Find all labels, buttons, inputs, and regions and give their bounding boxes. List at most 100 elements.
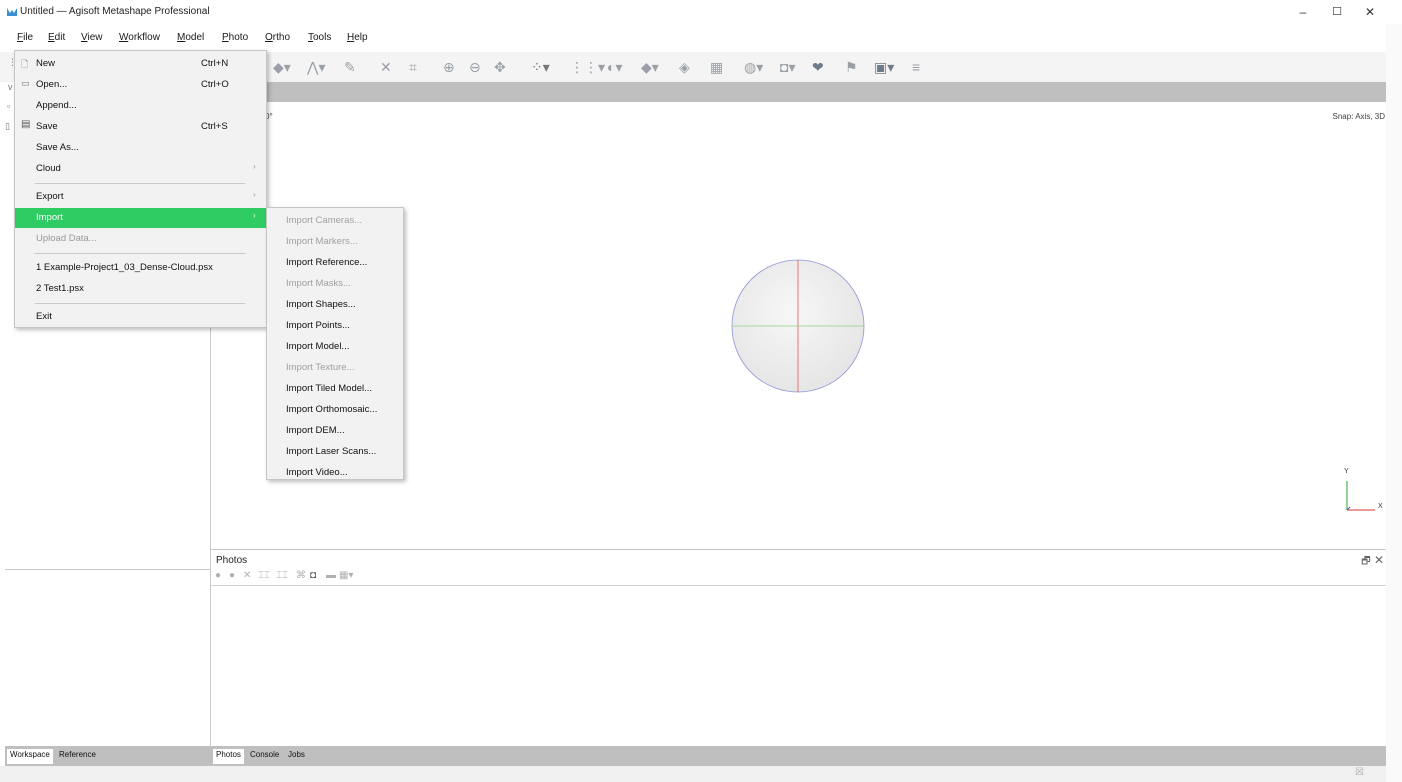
file-menu-new-shortcut: Ctrl+N — [201, 58, 229, 69]
minimize-button[interactable]: – — [1288, 3, 1318, 21]
dense-cloud-icon[interactable]: ⋮⋮▾ — [570, 58, 605, 76]
photos-toolbar: ● ● ✕ ⌶⌶ ⌶⌶ ⌘ ◘ ▬ ▦▾ — [211, 568, 1386, 586]
orthomosaic-icon[interactable]: ◍▾ — [744, 58, 763, 76]
menu-tools[interactable]: Tools — [308, 32, 331, 43]
file-menu-recent-1-label: 1 Example-Project1_03_Dense-Cloud.psx — [36, 262, 213, 273]
tab-reference[interactable]: Reference — [56, 749, 99, 764]
tiled-model-icon[interactable]: ◈ — [679, 58, 690, 76]
menu-photo[interactable]: Photo — [222, 32, 248, 43]
remove-icon[interactable]: ✕ — [243, 570, 251, 581]
enable-camera-icon[interactable]: ◘ — [310, 570, 316, 581]
import-markers-item[interactable]: Import Markers... — [267, 231, 403, 252]
import-reference-item[interactable]: Import Reference... — [267, 252, 403, 273]
file-menu-save-shortcut: Ctrl+S — [201, 121, 228, 132]
import-masks-label: Import Masks... — [286, 278, 351, 289]
file-menu-exit[interactable]: Exit — [15, 307, 266, 327]
file-menu-new[interactable]: 🗋 New Ctrl+N — [15, 54, 266, 74]
delete-icon[interactable]: ✕ — [380, 58, 392, 76]
import-texture-label: Import Texture... — [286, 362, 355, 373]
status-bar: ☒ — [0, 766, 1386, 782]
pencil-icon[interactable]: ✎ — [344, 58, 356, 76]
binoculars-icon[interactable]: ⌘ — [296, 570, 306, 581]
import-orthomosaic-label: Import Orthomosaic... — [286, 404, 378, 415]
camera-icon[interactable]: ◘▾ — [780, 58, 795, 76]
file-menu-import[interactable]: Import › — [15, 208, 266, 228]
import-tiled-model-item[interactable]: Import Tiled Model... — [267, 378, 403, 399]
markers-icon[interactable]: ❤ — [812, 58, 824, 76]
import-masks-item[interactable]: Import Masks... — [267, 273, 403, 294]
point-cloud-icon[interactable]: ⁘▾ — [531, 58, 550, 76]
file-menu-recent-2[interactable]: 2 Test1.psx — [15, 279, 266, 299]
import-dem-item[interactable]: Import DEM... — [267, 420, 403, 441]
import-markers-label: Import Markers... — [286, 236, 358, 247]
shaded-model-icon[interactable]: ◆▾ — [641, 58, 659, 76]
tab-photos[interactable]: Photos — [213, 749, 244, 764]
import-shapes-item[interactable]: Import Shapes... — [267, 294, 403, 315]
dem-icon[interactable]: ▦ — [710, 58, 723, 76]
move-icon[interactable]: ✥ — [494, 58, 506, 76]
trackball-sphere[interactable] — [730, 257, 868, 395]
flag-icon[interactable]: ⚑ — [845, 58, 858, 76]
menu-file-rest: ile — [23, 32, 34, 43]
menu-edit[interactable]: Edit — [48, 32, 65, 43]
menu-model[interactable]: Model — [177, 32, 204, 43]
workspace-node-icon: ▯ — [5, 121, 10, 131]
import-submenu: Import Cameras... Import Markers... Impo… — [266, 207, 404, 480]
file-menu-save-label: Save — [36, 121, 58, 132]
image-icon[interactable]: ▣▾ — [874, 58, 894, 76]
menu-file[interactable]: File — [17, 32, 33, 43]
maximize-button[interactable]: ☐ — [1322, 3, 1352, 21]
crop-icon[interactable]: ⌗ — [409, 58, 417, 76]
import-video-item[interactable]: Import Video... — [267, 462, 403, 483]
file-menu: 🗋 New Ctrl+N ▭ Open... Ctrl+O Append... … — [14, 50, 267, 328]
tab-jobs[interactable]: Jobs — [285, 749, 308, 764]
file-menu-recent-1[interactable]: 1 Example-Project1_03_Dense-Cloud.psx — [15, 258, 266, 278]
file-menu-separator — [35, 253, 245, 254]
close-window-button[interactable]: ✕ — [1355, 3, 1385, 21]
menu-view[interactable]: View — [81, 32, 103, 43]
zoom-in-icon[interactable]: ⊕ — [443, 58, 455, 76]
close-pane-icon[interactable]: ✕ — [1374, 553, 1384, 567]
workspace-chunk-icon: ▫ — [7, 101, 11, 111]
zoom-out-icon[interactable]: ⊖ — [469, 58, 481, 76]
draw-polyline-icon[interactable]: ⋀▾ — [307, 58, 326, 76]
import-model-item[interactable]: Import Model... — [267, 336, 403, 357]
menu-edit-rest: dit — [54, 32, 66, 43]
file-menu-export[interactable]: Export › — [15, 187, 266, 207]
menu-workflow[interactable]: Workflow — [119, 32, 160, 43]
view-mode-icon[interactable]: ▦▾ — [339, 570, 353, 581]
workspace-divider — [5, 569, 211, 570]
menu-help[interactable]: Help — [347, 32, 368, 43]
axis-x-label: X — [1378, 503, 1383, 510]
select-shape-icon[interactable]: ◆▾ — [273, 58, 291, 76]
add-photos-icon[interactable]: ● — [215, 570, 221, 581]
file-menu-open[interactable]: ▭ Open... Ctrl+O — [15, 75, 266, 95]
file-menu-upload-data[interactable]: Upload Data... — [15, 229, 266, 249]
menu-view-rest: iew — [87, 32, 103, 43]
tab-console[interactable]: Console — [247, 749, 282, 764]
tab-workspace[interactable]: Workspace — [7, 749, 53, 764]
file-menu-cloud[interactable]: Cloud › — [15, 159, 266, 179]
chevron-right-icon: › — [253, 190, 256, 199]
import-cameras-item[interactable]: Import Cameras... — [267, 210, 403, 231]
file-menu-save-as[interactable]: Save As... — [15, 138, 266, 158]
mesh-icon[interactable]: ◐▾ — [607, 58, 622, 76]
import-cameras-label: Import Cameras... — [286, 215, 363, 226]
bottom-tabbar: Photos Console Jobs — [211, 746, 1386, 766]
title-bar: Untitled — Agisoft Metashape Professiona… — [0, 0, 1402, 24]
import-laser-scans-item[interactable]: Import Laser Scans... — [267, 441, 403, 462]
disable-camera-icon[interactable]: ▬ — [326, 570, 336, 581]
import-orthomosaic-item[interactable]: Import Orthomosaic... — [267, 399, 403, 420]
workspace-tree-glyph: v — [8, 82, 13, 92]
filter-icon[interactable]: ⌶⌶ — [276, 570, 288, 581]
menu-ortho[interactable]: Ortho — [265, 32, 290, 43]
import-texture-item[interactable]: Import Texture... — [267, 357, 403, 378]
file-menu-save[interactable]: ▤ Save Ctrl+S — [15, 117, 266, 137]
layers-icon[interactable]: ≡ — [912, 58, 920, 76]
file-menu-append[interactable]: Append... — [15, 96, 266, 116]
float-pane-icon[interactable]: 🗗 — [1361, 556, 1370, 567]
add-folder-icon[interactable]: ● — [229, 570, 235, 581]
reset-filter-icon[interactable]: ⌶⌶ — [258, 570, 270, 581]
import-points-item[interactable]: Import Points... — [267, 315, 403, 336]
import-laser-scans-label: Import Laser Scans... — [286, 446, 377, 457]
